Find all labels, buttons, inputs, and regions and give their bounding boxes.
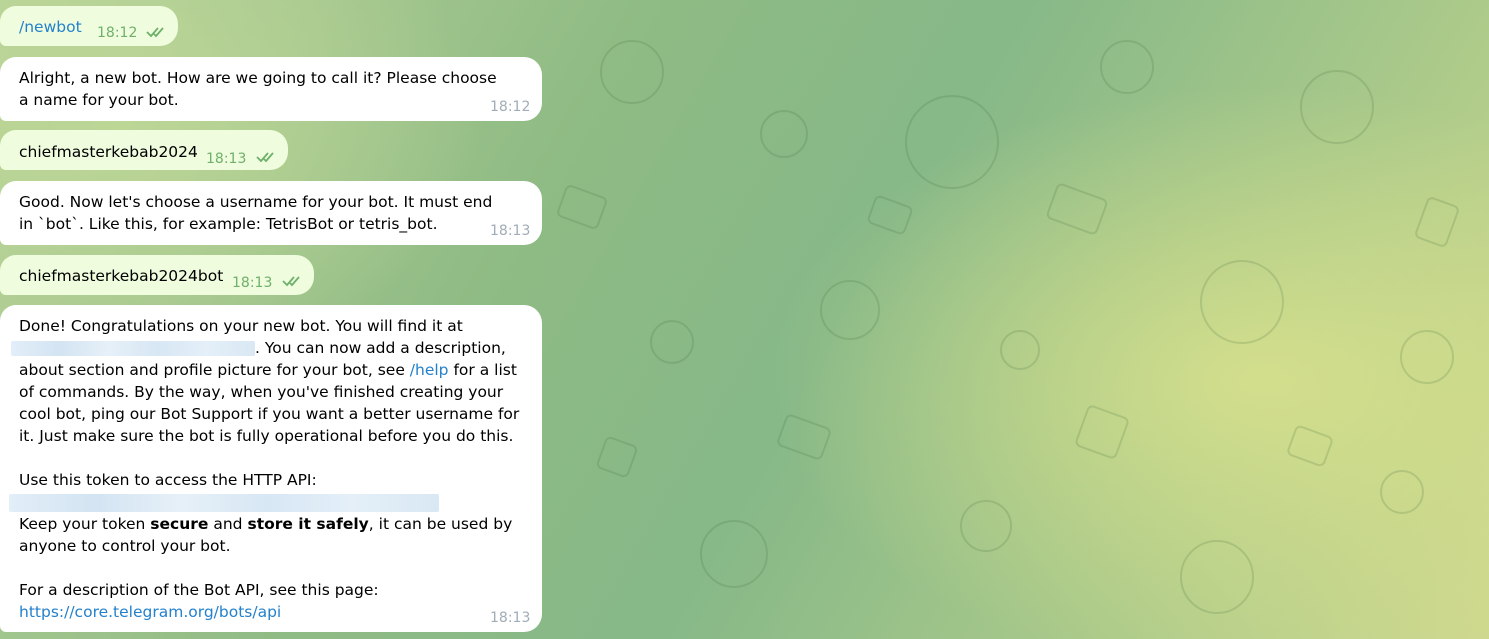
message-outgoing[interactable]: chiefmasterkebab2024 18:13 (0, 130, 288, 170)
message-time: 18:13 (232, 275, 273, 291)
message-time: 18:12 (97, 25, 138, 41)
message-incoming[interactable]: Alright, a new bot. How are we going to … (0, 57, 542, 121)
message-time: 18:13 (490, 223, 531, 239)
message-outgoing[interactable]: chiefmasterkebab2024bot 18:13 (0, 255, 314, 295)
double-check-icon (256, 152, 274, 163)
double-check-icon (146, 27, 164, 38)
command-link[interactable]: /newbot (19, 18, 82, 36)
message-paragraph: Done! Congratulations on your new bot. Y… (11, 315, 524, 447)
message-incoming[interactable]: Good. Now let's choose a username for yo… (0, 181, 542, 245)
message-paragraph: Keep your token secure and store it safe… (19, 515, 513, 555)
redacted-bot-link (11, 341, 255, 356)
message-text: chiefmasterkebab2024bot (19, 267, 224, 285)
help-command-link[interactable]: /help (410, 361, 449, 379)
message-outgoing[interactable]: /newbot 18:12 (0, 6, 178, 46)
message-text: chiefmasterkebab2024 (19, 143, 198, 161)
message-paragraph: For a description of the Bot API, see th… (19, 581, 379, 599)
message-time: 18:12 (490, 99, 531, 115)
double-check-icon (282, 276, 300, 287)
redacted-api-token[interactable] (9, 491, 524, 513)
message-time: 18:13 (206, 151, 247, 167)
message-time: 18:13 (490, 610, 531, 626)
message-incoming[interactable]: Done! Congratulations on your new bot. Y… (0, 305, 542, 632)
message-text: Good. Now let's choose a username for yo… (19, 193, 493, 233)
message-text: Alright, a new bot. How are we going to … (19, 69, 497, 109)
bot-api-link[interactable]: https://core.telegram.org/bots/api (19, 603, 281, 621)
message-paragraph: Use this token to access the HTTP API: (19, 471, 317, 489)
